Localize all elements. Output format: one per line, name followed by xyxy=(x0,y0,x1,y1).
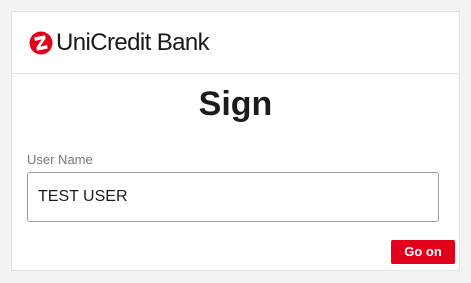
brand-name: UniCredit Bank xyxy=(56,29,210,56)
username-input[interactable] xyxy=(27,172,439,222)
unicredit-logo-icon xyxy=(29,31,53,55)
brand-header: UniCredit Bank xyxy=(12,12,459,74)
page-title: Sign xyxy=(198,85,273,123)
username-label: User Name xyxy=(27,152,93,167)
go-on-button[interactable]: Go on xyxy=(391,240,455,264)
login-card: UniCredit Bank Sign User Name Go on xyxy=(11,11,460,271)
brand-logo: UniCredit Bank xyxy=(29,29,210,56)
